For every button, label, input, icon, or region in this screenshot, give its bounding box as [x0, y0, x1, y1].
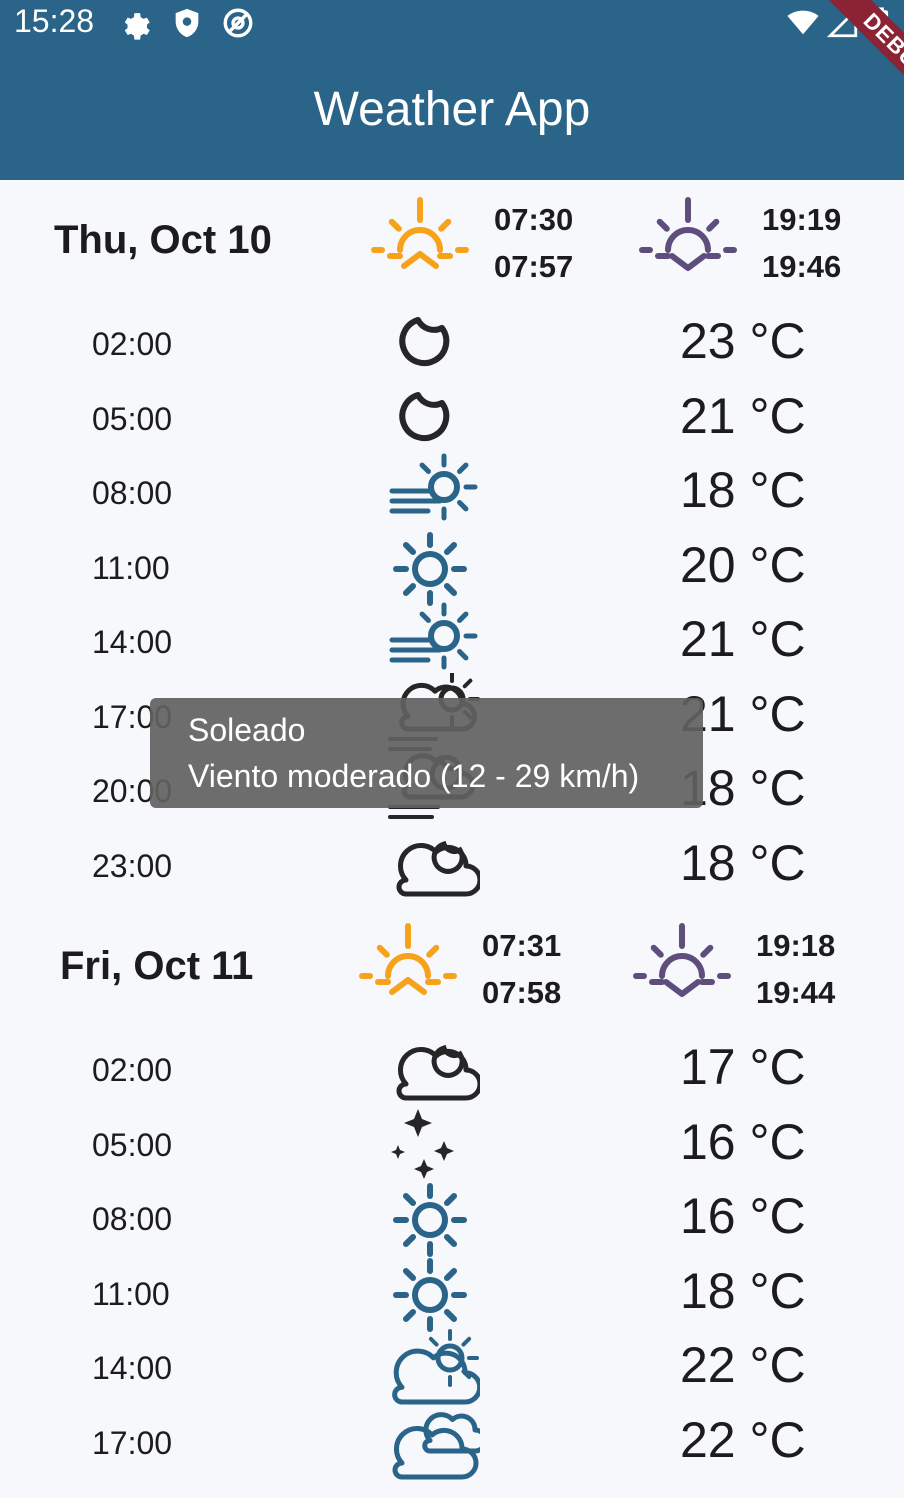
debug-banner: DEBUG	[819, 0, 904, 125]
sunset-times: 19:19 19:46	[762, 196, 841, 290]
day-header: Fri, Oct 11 07:31 07:58 19:18 19:44	[0, 906, 904, 1026]
sunset-time: 19:19	[762, 202, 842, 237]
sunset-time: 19:44	[756, 975, 836, 1010]
day-label: Thu, Oct 10	[54, 218, 272, 262]
hour-temperature: 18 °C	[680, 1262, 806, 1319]
hour-row[interactable]: 11:00 20 °C	[0, 531, 904, 606]
hour-temperature: 21 °C	[680, 387, 806, 444]
sunrise-times: 07:30 07:57	[494, 196, 573, 290]
hour-temperature: 23 °C	[680, 313, 806, 369]
hour-time: 11:00	[92, 549, 170, 586]
sunrise-icon	[371, 197, 469, 269]
weather-tooltip: Soleado Viento moderado (12 - 29 km/h)	[150, 698, 703, 808]
hour-time: 23:00	[92, 847, 173, 884]
hour-time: 08:00	[92, 475, 173, 511]
hour-temperature: 20 °C	[680, 536, 806, 593]
tooltip-wind: Viento moderado (12 - 29 km/h)	[188, 758, 640, 794]
hour-temperature: 16 °C	[680, 1188, 806, 1244]
clouds-icon[interactable]	[380, 1399, 480, 1489]
hour-temperature: 16 °C	[680, 1113, 806, 1170]
hour-temperature: 22 °C	[680, 1337, 806, 1393]
hour-time: 11:00	[92, 1275, 170, 1312]
hour-row[interactable]: 08:00 16 °C	[0, 1183, 904, 1257]
hour-row[interactable]: 05:00 21 °C	[0, 383, 904, 457]
sunset-time: 19:18	[756, 928, 836, 963]
hour-row[interactable]: 02:00 17 °C	[0, 1034, 904, 1108]
sunset-time: 19:46	[762, 249, 842, 284]
hour-time: 14:00	[92, 624, 173, 660]
hour-temperature: 18 °C	[680, 462, 806, 518]
sunrise-times: 07:31 07:58	[482, 922, 561, 1016]
debug-banner-wrap: DEBUG	[764, 0, 904, 140]
hour-temperature: 21 °C	[680, 611, 806, 667]
hour-temperature: 22 °C	[680, 1411, 806, 1468]
hour-time: 02:00	[92, 1052, 173, 1088]
hour-row[interactable]: 14:00 22 °C	[0, 1329, 904, 1406]
hour-row[interactable]: 05:00 16 °C	[0, 1108, 904, 1183]
shield-icon	[175, 8, 199, 38]
hour-row[interactable]: 14:00 21 °C	[0, 602, 904, 680]
hour-row[interactable]: 08:00 18 °C	[0, 453, 904, 531]
sunrise-time: 07:57	[494, 249, 574, 284]
hour-row[interactable]: 23:00 18 °C	[0, 830, 904, 904]
at-sign-icon	[223, 8, 253, 38]
hour-row[interactable]: 17:00 22 °C	[0, 1407, 904, 1481]
hour-time: 05:00	[92, 1126, 173, 1163]
hour-time: 08:00	[92, 1201, 173, 1237]
sunrise-time: 07:30	[494, 202, 574, 237]
sunrise-time: 07:58	[482, 975, 562, 1010]
sunrise-time: 07:31	[482, 928, 562, 963]
hour-time: 17:00	[92, 1424, 173, 1461]
hour-row[interactable]: 11:00 18 °C	[0, 1257, 904, 1332]
sunset-icon	[633, 923, 731, 997]
sunrise-icon	[359, 923, 457, 995]
hour-temperature: 17 °C	[680, 1039, 806, 1095]
hour-time: 02:00	[92, 326, 173, 362]
hour-time: 05:00	[92, 400, 173, 437]
cloud-moon-icon[interactable]	[380, 822, 480, 912]
day-label: Fri, Oct 11	[60, 944, 254, 988]
sunset-times: 19:18 19:44	[756, 922, 835, 1016]
tooltip-condition: Soleado	[188, 712, 306, 748]
hour-row[interactable]: 02:00 23 °C	[0, 308, 904, 382]
hour-time: 14:00	[92, 1350, 173, 1386]
hour-temperature: 18 °C	[680, 834, 806, 891]
forecast-list[interactable]: Thu, Oct 10 07:30 07:57 19:19 19:46 02:00 23 °…	[0, 180, 904, 1498]
day-header: Thu, Oct 10 07:30 07:57 19:19 19:46	[0, 180, 904, 300]
status-time: 15:28	[14, 3, 95, 39]
sunset-icon	[639, 197, 737, 271]
gear-icon	[124, 13, 150, 40]
